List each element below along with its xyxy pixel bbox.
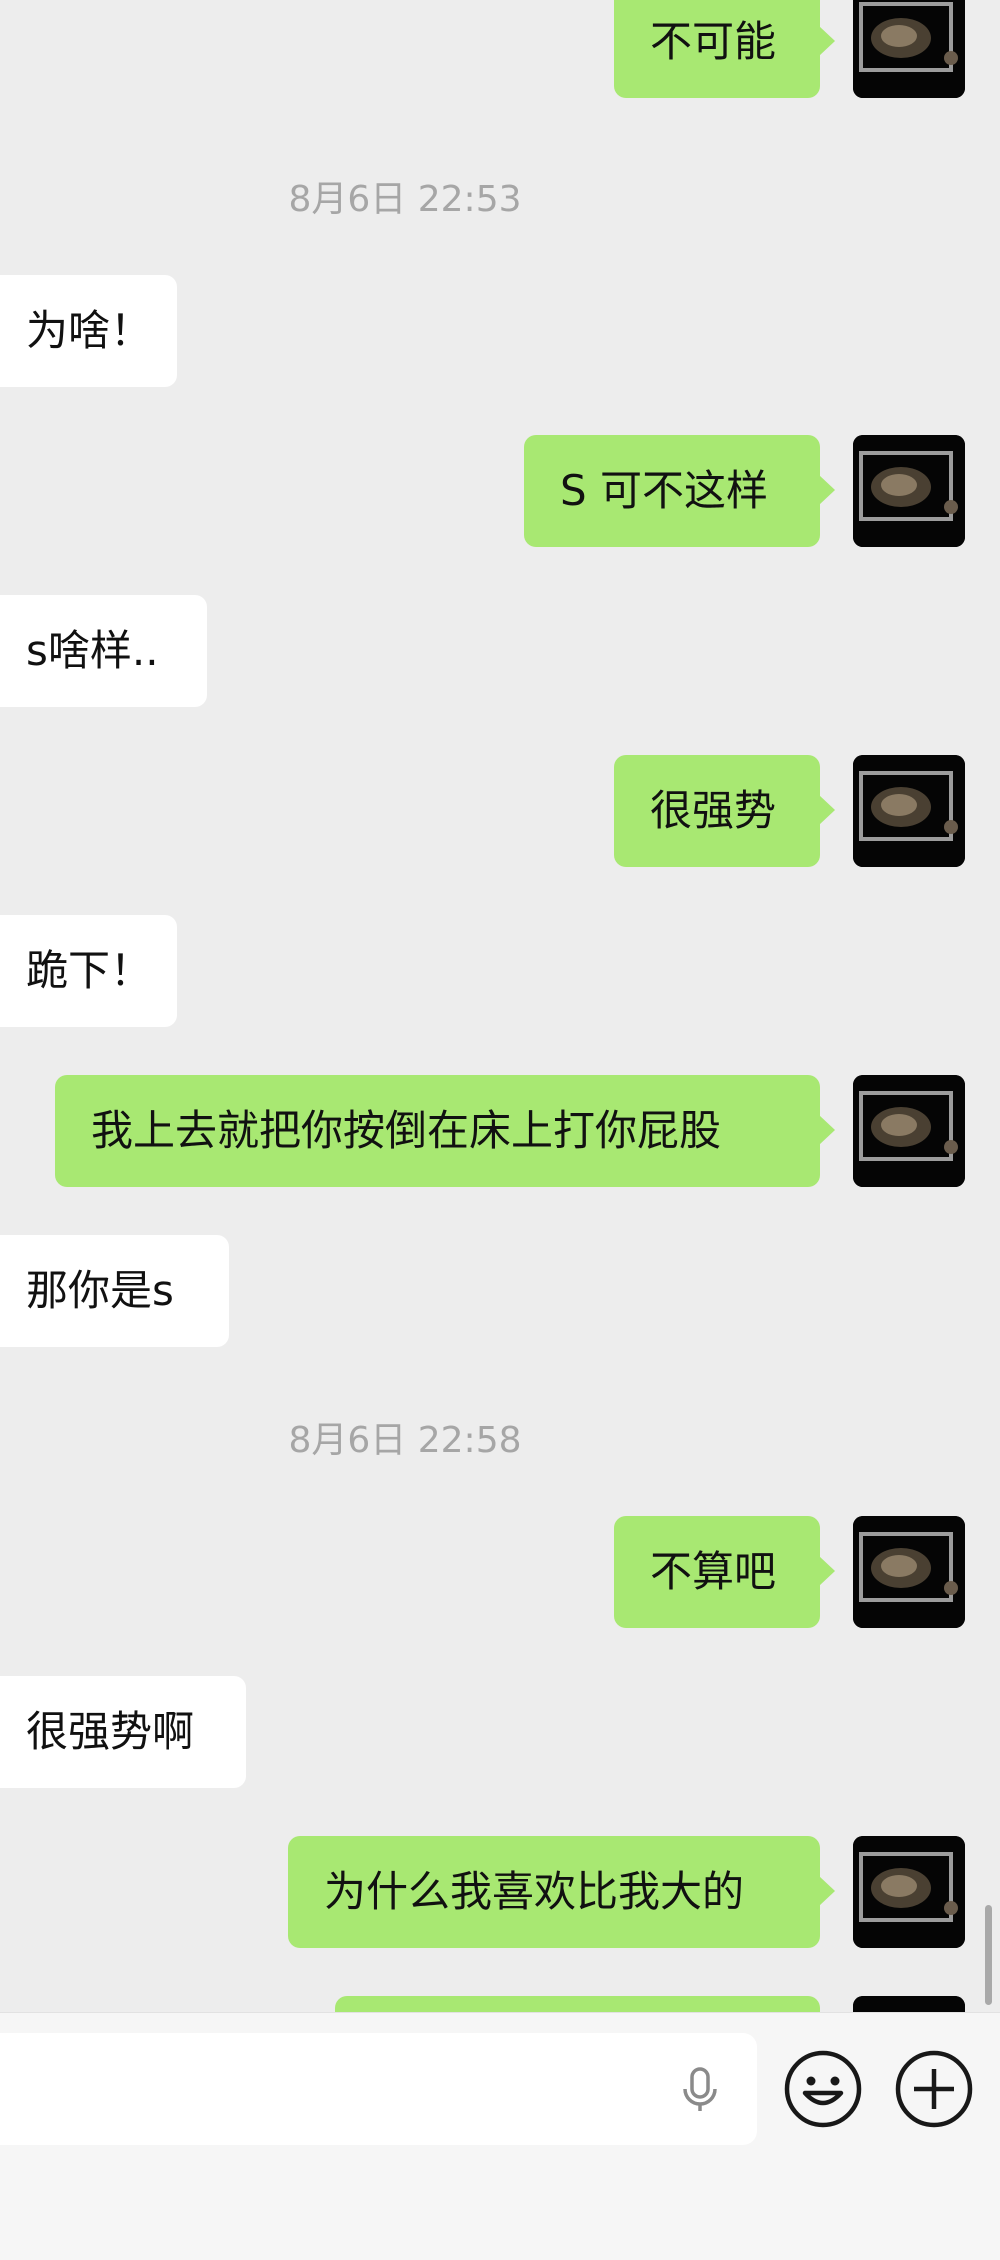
outgoing-message-bubble[interactable]: 不算吧 — [614, 1516, 835, 1628]
outgoing-message-bubble[interactable]: 不可能 — [614, 0, 835, 98]
outgoing-message-bubble[interactable]: S 可不这样 — [524, 435, 835, 547]
avatar-image — [853, 435, 965, 547]
emoji-icon[interactable] — [783, 2049, 863, 2129]
incoming-message-bubble[interactable]: 跪下！ — [0, 915, 177, 1027]
outgoing-message-bubble[interactable]: 我上去就把你按倒在床上打你屁股 — [55, 1075, 835, 1187]
timestamp: 8月6日 22:53 — [288, 179, 522, 220]
avatar-image — [853, 1516, 965, 1628]
user-avatar[interactable] — [853, 0, 965, 98]
avatar-image — [853, 1836, 965, 1948]
plus-icon[interactable] — [894, 2049, 974, 2129]
avatar-image — [853, 755, 965, 867]
scrollbar[interactable] — [985, 1905, 992, 2005]
user-avatar[interactable] — [853, 435, 965, 547]
user-avatar[interactable] — [853, 1075, 965, 1187]
incoming-message-bubble[interactable]: 很强势啊 — [0, 1676, 246, 1788]
timestamp: 8月6日 22:58 — [288, 1420, 522, 1461]
incoming-message-bubble[interactable]: 那你是s — [0, 1235, 229, 1347]
chat-message-list[interactable]: 不可能 8月6日 22:53 为啥！ S 可不这样 s啥样.. 很强势 跪下！ … — [0, 0, 1000, 2012]
outgoing-message-bubble[interactable]: 很强势 — [614, 755, 835, 867]
user-avatar[interactable] — [853, 1516, 965, 1628]
user-avatar[interactable] — [853, 1996, 965, 2012]
incoming-message-bubble[interactable]: 为啥！ — [0, 275, 177, 387]
message-input[interactable] — [0, 2033, 757, 2145]
outgoing-message-bubble[interactable]: 为什么我喜欢比我大的 — [288, 1836, 835, 1948]
incoming-message-bubble[interactable]: s啥样.. — [0, 595, 207, 707]
avatar-image — [853, 1996, 965, 2012]
avatar-image — [853, 1075, 965, 1187]
user-avatar[interactable] — [853, 1836, 965, 1948]
user-avatar[interactable] — [853, 755, 965, 867]
microphone-icon[interactable] — [670, 2059, 730, 2119]
outgoing-message-bubble[interactable] — [335, 1996, 820, 2012]
input-bar — [0, 2012, 1000, 2260]
avatar-image — [853, 0, 965, 98]
